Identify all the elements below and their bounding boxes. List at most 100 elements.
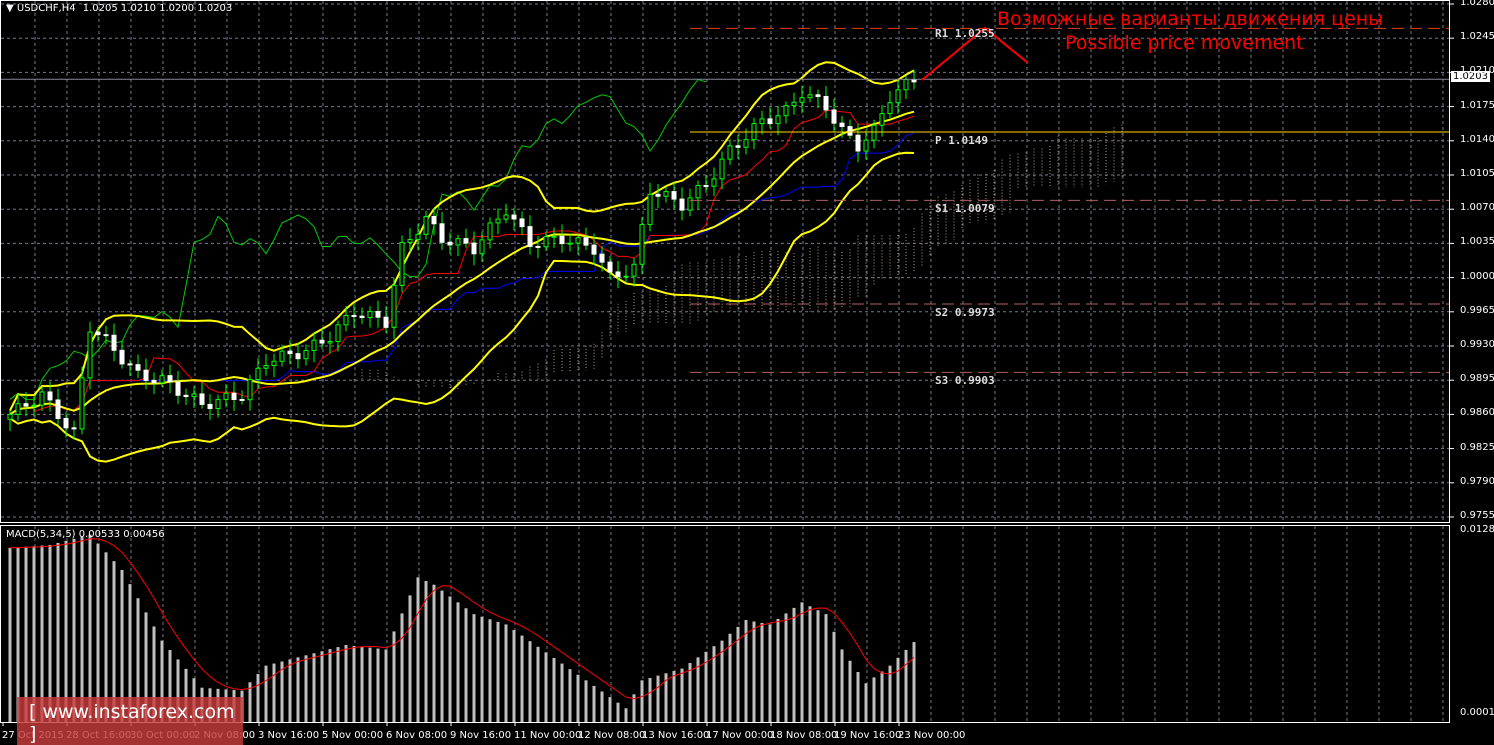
bear-candle (239, 398, 245, 401)
bull-candle (775, 115, 781, 125)
bear-candle (535, 245, 541, 248)
macd-bar (600, 691, 604, 722)
time-tick-label: 12 Nov 08:00 (578, 730, 646, 741)
macd-bar (840, 649, 844, 722)
macd-bar (568, 669, 572, 722)
bear-candle (295, 353, 301, 360)
macd-bar (352, 645, 356, 722)
macd-bar (456, 602, 460, 722)
bear-candle (511, 214, 517, 220)
bear-candle (111, 334, 117, 351)
dropdown-triangle-icon[interactable]: ▼ (6, 3, 14, 14)
macd-bar (912, 642, 916, 722)
bull-candle (647, 193, 653, 226)
price-tick-label: 0.9755 (1460, 510, 1494, 521)
macd-bar (776, 618, 780, 722)
bull-candle (87, 331, 93, 379)
bear-candle (167, 375, 173, 383)
bear-candle (447, 241, 453, 246)
bull-candle (215, 398, 221, 410)
macd-bar (832, 631, 836, 722)
macd-bar (448, 596, 452, 722)
bull-candle (191, 393, 197, 398)
bull-candle (711, 178, 717, 187)
time-tick-label: 5 Nov 00:00 (322, 730, 384, 741)
bear-candle (103, 334, 109, 337)
bear-candle (135, 364, 141, 371)
bull-candle (391, 284, 397, 328)
bull-candle (743, 139, 749, 148)
bull-candle (799, 97, 805, 103)
bear-candle (287, 350, 293, 355)
bull-candle (759, 118, 765, 125)
bull-candle (495, 218, 501, 224)
bull-candle (783, 105, 789, 117)
bear-candle (231, 392, 237, 400)
macd-bar (680, 668, 684, 722)
macd-bar (432, 584, 436, 722)
bear-candle (679, 198, 685, 211)
bull-candle (423, 215, 429, 235)
chart-header: ▼ USDCHF,H4 1.0205 1.0210 1.0200 1.0203 (6, 3, 232, 14)
bull-candle (407, 239, 413, 243)
bull-candle (327, 340, 333, 344)
macd-bar (80, 536, 84, 722)
time-tick-label: 13 Nov 16:00 (642, 730, 710, 741)
bear-candle (559, 235, 565, 245)
bear-candle (383, 316, 389, 328)
ohlc-label: 1.0205 1.0210 1.0200 1.0203 (82, 3, 233, 14)
bull-candle (223, 392, 229, 400)
bull-candle (623, 275, 629, 278)
bear-candle (127, 363, 133, 366)
pivot-label: R1 1.0255 (935, 27, 995, 41)
bull-candle (399, 241, 405, 286)
bear-candle (855, 134, 861, 152)
bear-candle (607, 261, 613, 273)
macd-axis-bottom: 0.00014 (1460, 707, 1494, 718)
price-tick-label: 1.0280 (1460, 0, 1494, 8)
macd-bar (344, 645, 348, 722)
macd-bar (800, 602, 804, 722)
macd-bar (520, 635, 524, 722)
price-tick-label: 1.0175 (1460, 99, 1494, 111)
bear-candle (359, 315, 365, 319)
bear-candle (151, 379, 157, 384)
bull-candle (255, 367, 261, 381)
price-tick-label: 1.0140 (1460, 133, 1494, 145)
macd-bar (304, 655, 308, 722)
bull-candle (263, 365, 269, 369)
pivot-label: P 1.0149 (935, 134, 988, 147)
macd-bar (408, 595, 412, 722)
bull-candle (479, 239, 485, 255)
macd-axis-top: 0.01285 (1460, 524, 1494, 535)
bear-candle (815, 94, 821, 98)
bull-candle (727, 145, 733, 160)
bear-candle (911, 79, 917, 83)
bear-candle (703, 184, 709, 187)
macd-bar (328, 649, 332, 722)
bull-candle (695, 184, 701, 199)
bear-candle (839, 122, 845, 128)
price-chart[interactable] (0, 0, 1494, 745)
bull-candle (79, 377, 85, 430)
bull-candle (575, 237, 581, 244)
bear-candle (199, 393, 205, 405)
bear-candle (471, 242, 477, 255)
bull-candle (15, 403, 21, 415)
macd-bar (264, 665, 268, 722)
bull-candle (455, 238, 461, 246)
macd-bar (816, 610, 820, 722)
macd-bar (648, 677, 652, 722)
bull-candle (335, 324, 341, 342)
macd-bar (528, 641, 532, 722)
bear-candle (655, 193, 661, 197)
macd-bar (584, 680, 588, 722)
macd-bar (904, 649, 908, 722)
bull-candle (551, 235, 557, 238)
bear-candle (319, 339, 325, 344)
macd-bar (544, 652, 548, 722)
bull-candle (719, 158, 725, 180)
macd-bar (608, 697, 612, 722)
macd-bar (824, 614, 828, 722)
bull-candle (31, 404, 37, 407)
